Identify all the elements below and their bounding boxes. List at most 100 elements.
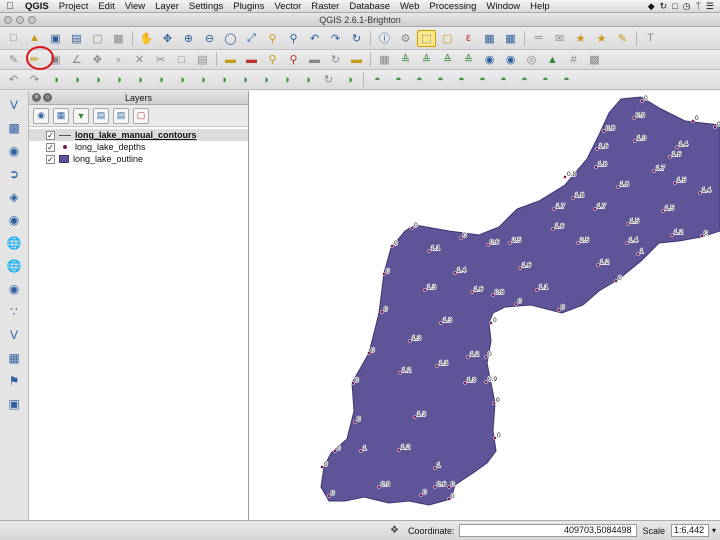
current-edits-icon[interactable]: ✎	[4, 51, 23, 68]
pan-to-selection-icon[interactable]: ✥	[158, 30, 177, 47]
layer-style-icon[interactable]: ◉	[33, 107, 49, 124]
coordinate-field[interactable]: 409703,5084498	[458, 524, 637, 537]
raster-terrain-icon[interactable]: ▲	[543, 51, 562, 68]
add-wfs-icon[interactable]: ◓	[536, 71, 555, 88]
add-wfs-layer-icon[interactable]: ◉	[4, 279, 24, 299]
pan-icon[interactable]: ✋	[137, 30, 156, 47]
reposition-icon[interactable]: ◑	[340, 71, 359, 88]
node-tool-icon[interactable]: ∘	[109, 51, 128, 68]
menu-help[interactable]: Help	[525, 1, 555, 12]
split-features-icon[interactable]: ◑	[235, 71, 254, 88]
new-gpx-layer-icon[interactable]: ⚑	[4, 371, 24, 391]
menu-web[interactable]: Web	[395, 1, 424, 12]
bluetooth-icon[interactable]: ᛉ	[696, 1, 701, 12]
add-georeferenced-icon[interactable]: ▣	[4, 394, 24, 414]
new-project-icon[interactable]: □	[4, 30, 23, 47]
layer-item-depths[interactable]: ✓ long_lake_depths	[29, 141, 248, 153]
add-postgis-layer-icon[interactable]: ◉	[4, 141, 24, 161]
paste-features-icon[interactable]: ▤	[193, 51, 212, 68]
new-vector-layer-icon[interactable]: V	[4, 325, 24, 345]
pin-labels-icon[interactable]: ⚲	[263, 51, 282, 68]
delete-ring-icon[interactable]: ◑	[151, 71, 170, 88]
new-shapefile-icon[interactable]: ◓	[557, 71, 576, 88]
menu-layer[interactable]: Layer	[150, 1, 184, 12]
add-wms-icon[interactable]: ◓	[494, 71, 513, 88]
add-mssql-icon[interactable]: ◓	[452, 71, 471, 88]
run-action-icon[interactable]: ⚙	[396, 30, 415, 47]
menu-project[interactable]: Project	[54, 1, 94, 12]
add-vector-icon[interactable]: V	[4, 95, 24, 115]
menu-raster[interactable]: Raster	[306, 1, 344, 12]
add-feature-icon[interactable]: ∠	[67, 51, 86, 68]
change-label-icon[interactable]: ▬	[347, 51, 366, 68]
add-oracle-icon[interactable]: ◓	[473, 71, 492, 88]
highlight-pinned-icon[interactable]: ⚲	[284, 51, 303, 68]
collapse-all-icon[interactable]: ▤	[113, 107, 129, 124]
road-graph-icon[interactable]: ◉	[501, 51, 520, 68]
offset-curve-icon[interactable]: ◑	[214, 71, 233, 88]
scale-dropdown-icon[interactable]: ▾	[709, 526, 719, 535]
time-machine-icon[interactable]: ◷	[683, 1, 691, 12]
attribute-table-icon[interactable]: ▦	[480, 30, 499, 47]
select-by-expression-icon[interactable]: ε	[459, 30, 478, 47]
menu-settings[interactable]: Settings	[184, 1, 228, 12]
deselect-icon[interactable]: ▢	[438, 30, 457, 47]
add-group-icon[interactable]: ▦	[53, 107, 69, 124]
zoom-window-icon[interactable]	[28, 16, 36, 24]
copy-features-icon[interactable]: □	[172, 51, 191, 68]
fill-ring-icon[interactable]: ◑	[130, 71, 149, 88]
add-vector-layer-icon[interactable]: ◓	[368, 71, 387, 88]
zoom-out-icon[interactable]: ⊖	[200, 30, 219, 47]
zoom-last-icon[interactable]: ↶	[305, 30, 324, 47]
layer-checkbox[interactable]: ✓	[46, 130, 55, 140]
zoom-to-layer-icon[interactable]: ⚲	[284, 30, 303, 47]
new-print-composer-icon[interactable]: ▢	[88, 30, 107, 47]
merge-attributes-icon[interactable]: ◑	[298, 71, 317, 88]
rotate-feature-icon[interactable]: ◑	[46, 71, 65, 88]
expand-all-icon[interactable]: ▤	[93, 107, 109, 124]
interpolation-icon[interactable]: ≙	[396, 51, 415, 68]
apple-icon[interactable]: 	[0, 1, 20, 12]
add-wms-layer-icon[interactable]: 🌐	[4, 233, 24, 253]
show-bookmarks-icon[interactable]: ★	[592, 30, 611, 47]
save-as-icon[interactable]: ▤	[67, 30, 86, 47]
filter-legend-icon[interactable]: ▼	[73, 107, 89, 124]
open-project-icon[interactable]: ▲	[25, 30, 44, 47]
cut-features-icon[interactable]: ✂	[151, 51, 170, 68]
coordinate-toggle-icon[interactable]: ❖	[390, 525, 402, 537]
panel-float-icon[interactable]: ○	[43, 93, 52, 102]
text-annotation-icon[interactable]: ✎	[613, 30, 632, 47]
menu-edit[interactable]: Edit	[93, 1, 119, 12]
map-canvas[interactable]: 0 0 0.8 0.9 0 1.0 1.6 1.4 1.6 0.8 1.8 1.7 1.5 1.8 1.4 1…	[249, 91, 720, 520]
labeling-icon[interactable]: ▬	[221, 51, 240, 68]
wifi-icon[interactable]: ☰	[706, 1, 714, 12]
topology-checker-icon[interactable]: ≙	[438, 51, 457, 68]
composer-manager-icon[interactable]: ▦	[109, 30, 128, 47]
layer-item-outline[interactable]: ✓ long_lake_outline	[29, 153, 248, 165]
add-spatialite-icon[interactable]: ◓	[431, 71, 450, 88]
add-raster-layer-icon[interactable]: ◓	[389, 71, 408, 88]
panel-close-icon[interactable]: ×	[32, 93, 41, 102]
label-tool-icon[interactable]: T	[641, 30, 660, 47]
rotate-point-symbols-icon[interactable]: ↻	[319, 71, 338, 88]
select-features-icon[interactable]: ⬚	[417, 29, 436, 47]
delete-part-icon[interactable]: ◑	[172, 71, 191, 88]
rotate-label-icon[interactable]: ↻	[326, 51, 345, 68]
add-wcs-icon[interactable]: ◓	[515, 71, 534, 88]
remove-layer-icon[interactable]: ▢	[133, 107, 149, 124]
heatmap-icon[interactable]: ◉	[480, 51, 499, 68]
add-mssql-layer-icon[interactable]: ◈	[4, 187, 24, 207]
menu-vector[interactable]: Vector	[269, 1, 306, 12]
dropbox-icon[interactable]: ◆	[648, 1, 655, 12]
add-delimited-text-icon[interactable]: ▦	[375, 51, 394, 68]
menu-app-name[interactable]: QGIS	[20, 1, 54, 12]
gps-tools-icon[interactable]: ◎	[522, 51, 541, 68]
add-oracle-layer-icon[interactable]: ◉	[4, 210, 24, 230]
new-spatialite-layer-icon[interactable]: ▦	[4, 348, 24, 368]
move-feature-icon[interactable]: ✥	[88, 51, 107, 68]
menu-plugins[interactable]: Plugins	[228, 1, 269, 12]
sync-icon[interactable]: ↻	[660, 1, 668, 12]
identify-icon[interactable]: ⓘ	[375, 30, 394, 47]
layer-item-contours[interactable]: ✓ long_lake_manual_contours	[29, 129, 248, 141]
field-calculator-icon[interactable]: ▦	[501, 30, 520, 47]
